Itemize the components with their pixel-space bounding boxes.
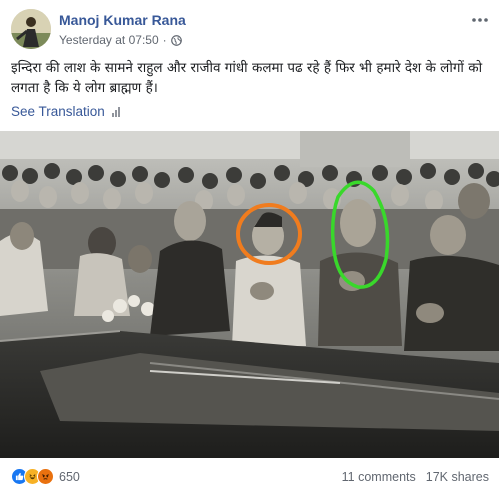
author-name[interactable]: Manoj Kumar Rana bbox=[59, 12, 186, 28]
post-timestamp[interactable]: Yesterday at 07:50 bbox=[59, 33, 159, 47]
post-photo[interactable] bbox=[0, 131, 499, 458]
meta-separator: · bbox=[162, 33, 167, 47]
engagement-stats: 11 comments 17K shares bbox=[342, 470, 489, 484]
reactions-summary[interactable]: 650 bbox=[11, 468, 80, 485]
angry-reaction-icon bbox=[37, 468, 54, 485]
post-footer: 650 11 comments 17K shares bbox=[11, 466, 489, 488]
reaction-count[interactable]: 650 bbox=[59, 470, 80, 484]
comments-count[interactable]: 11 comments bbox=[342, 470, 416, 484]
more-options-icon[interactable] bbox=[469, 11, 491, 29]
globe-icon[interactable] bbox=[170, 34, 182, 46]
translation-rating-icon bbox=[111, 106, 120, 117]
avatar-image bbox=[11, 9, 51, 49]
see-translation-link[interactable]: See Translation bbox=[11, 104, 120, 119]
avatar[interactable] bbox=[11, 9, 51, 49]
post-text: इन्दिरा की लाश के सामने राहुल और राजीव ग… bbox=[11, 60, 483, 96]
post-header: Manoj Kumar Rana Yesterday at 07:50 · bbox=[11, 9, 491, 51]
post-meta: Yesterday at 07:50 · bbox=[59, 33, 182, 47]
shares-count[interactable]: 17K shares bbox=[426, 470, 489, 484]
see-translation-label[interactable]: See Translation bbox=[11, 104, 105, 119]
